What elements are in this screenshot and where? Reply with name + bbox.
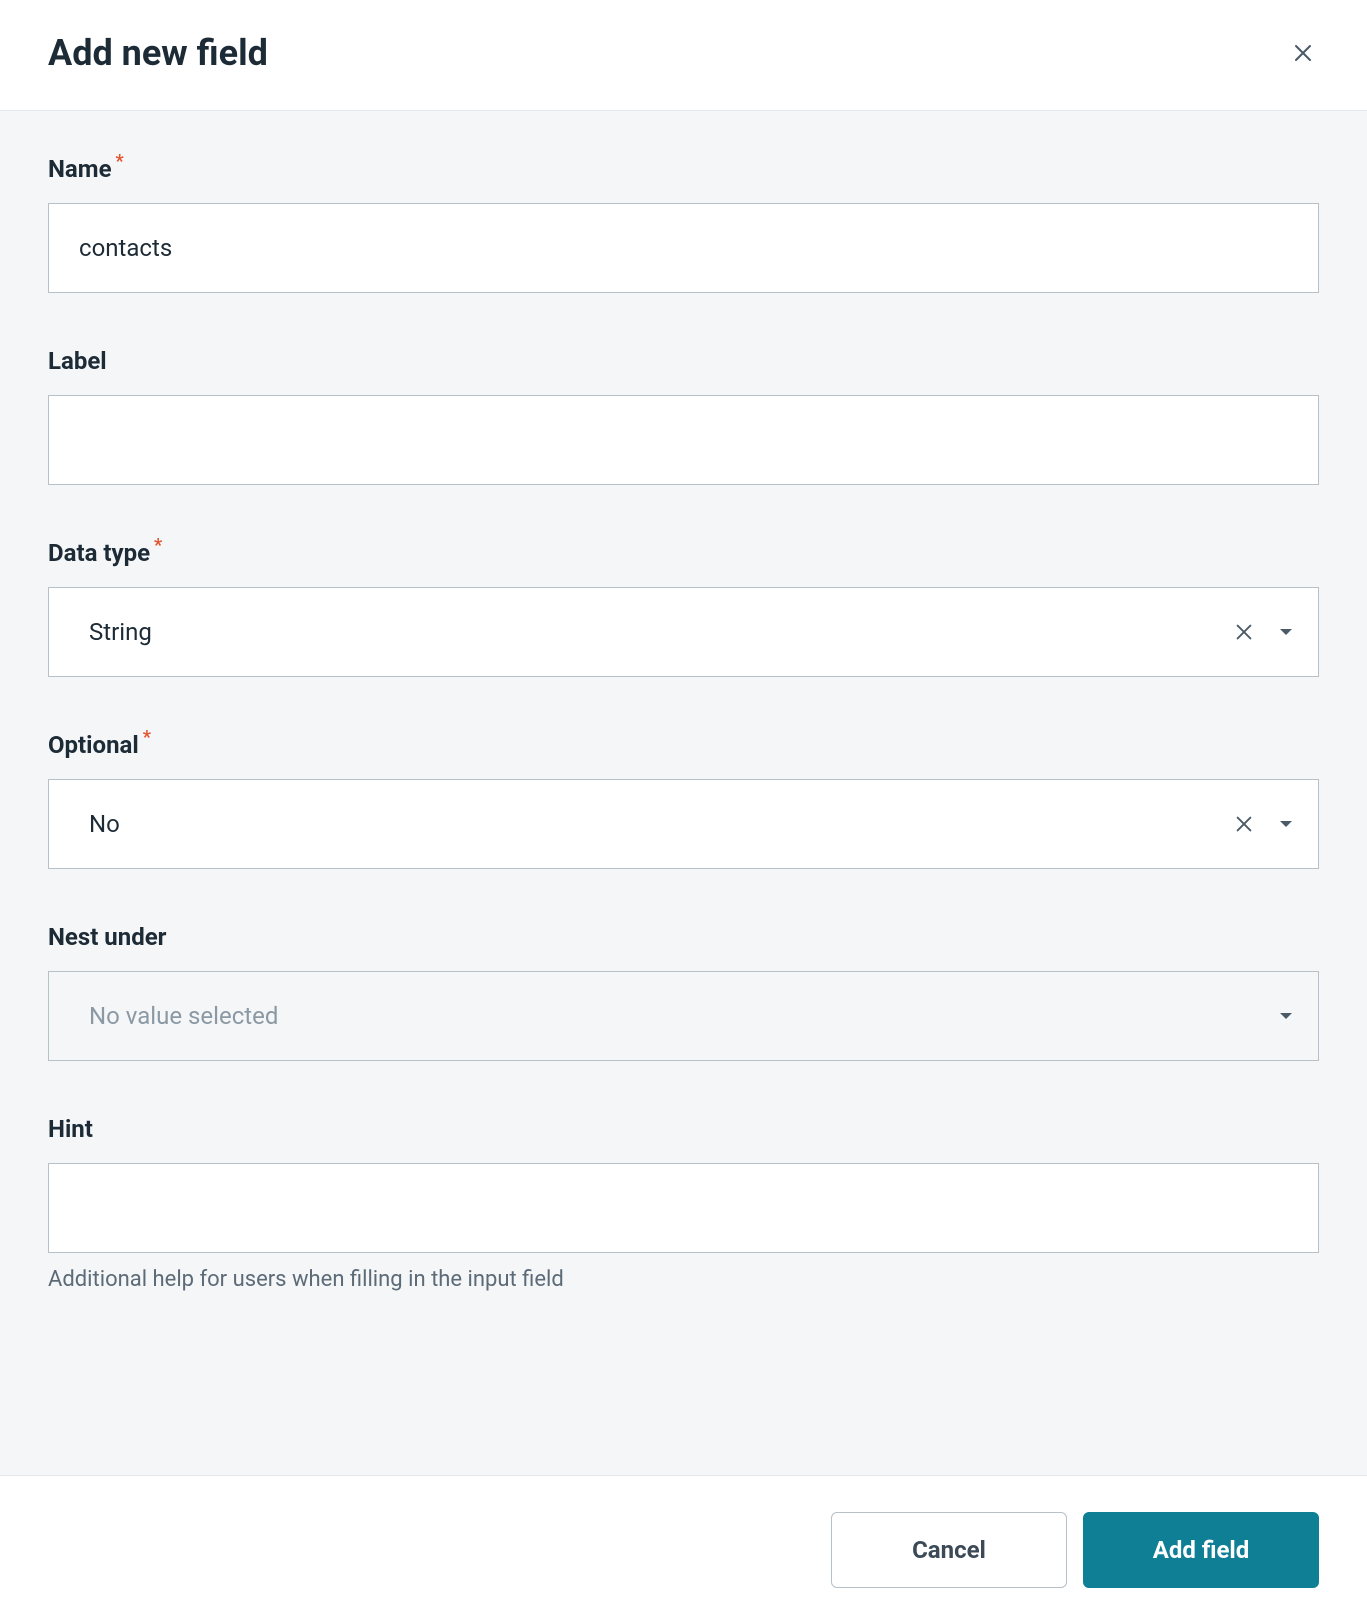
nest-under-placeholder: No value selected	[89, 1002, 278, 1030]
data-type-select-wrap: String	[48, 587, 1319, 677]
modal-body: Name* Label Data type* String	[0, 111, 1367, 1475]
caret-down-icon	[1277, 623, 1295, 641]
data-type-value: String	[89, 618, 152, 646]
optional-select-wrap: No	[48, 779, 1319, 869]
optional-dropdown-toggle[interactable]	[1277, 815, 1295, 833]
hint-help-text: Additional help for users when filling i…	[48, 1267, 1319, 1292]
data-type-label-text: Data type	[48, 539, 150, 567]
required-asterisk: *	[116, 151, 124, 172]
nest-under-select-icons	[1277, 971, 1295, 1061]
nest-under-select-wrap: No value selected	[48, 971, 1319, 1061]
close-button[interactable]	[1287, 37, 1319, 69]
nest-under-label: Nest under	[48, 923, 1319, 951]
nest-under-dropdown-toggle[interactable]	[1277, 1007, 1295, 1025]
caret-down-icon	[1277, 815, 1295, 833]
optional-value: No	[89, 810, 120, 838]
data-type-label: Data type*	[48, 539, 1319, 567]
label-input[interactable]	[48, 395, 1319, 485]
name-group: Name*	[48, 155, 1319, 293]
data-type-group: Data type* String	[48, 539, 1319, 677]
modal-footer: Cancel Add field	[0, 1475, 1367, 1624]
optional-clear-button[interactable]	[1233, 813, 1255, 835]
modal-header: Add new field	[0, 0, 1367, 111]
modal-title: Add new field	[48, 32, 268, 74]
hint-group: Hint Additional help for users when fill…	[48, 1115, 1319, 1292]
nest-under-group: Nest under No value selected	[48, 923, 1319, 1061]
optional-group: Optional* No	[48, 731, 1319, 869]
caret-down-icon	[1277, 1007, 1295, 1025]
name-label-text: Name	[48, 155, 112, 183]
cancel-button[interactable]: Cancel	[831, 1512, 1067, 1588]
data-type-clear-button[interactable]	[1233, 621, 1255, 643]
nest-under-select[interactable]: No value selected	[48, 971, 1319, 1061]
hint-input[interactable]	[48, 1163, 1319, 1253]
add-field-modal: Add new field Name* Label Data type*	[0, 0, 1367, 1624]
optional-label: Optional*	[48, 731, 1319, 759]
label-group: Label	[48, 347, 1319, 485]
name-input[interactable]	[48, 203, 1319, 293]
optional-select-icons	[1233, 779, 1295, 869]
required-asterisk: *	[143, 727, 151, 748]
name-label: Name*	[48, 155, 1319, 183]
data-type-select[interactable]: String	[48, 587, 1319, 677]
required-asterisk: *	[154, 535, 162, 556]
hint-label: Hint	[48, 1115, 1319, 1143]
optional-select[interactable]: No	[48, 779, 1319, 869]
close-icon	[1233, 621, 1255, 643]
optional-label-text: Optional	[48, 731, 139, 759]
close-icon	[1233, 813, 1255, 835]
data-type-select-icons	[1233, 587, 1295, 677]
add-field-button[interactable]: Add field	[1083, 1512, 1319, 1588]
close-icon	[1291, 41, 1315, 65]
label-label: Label	[48, 347, 1319, 375]
data-type-dropdown-toggle[interactable]	[1277, 623, 1295, 641]
